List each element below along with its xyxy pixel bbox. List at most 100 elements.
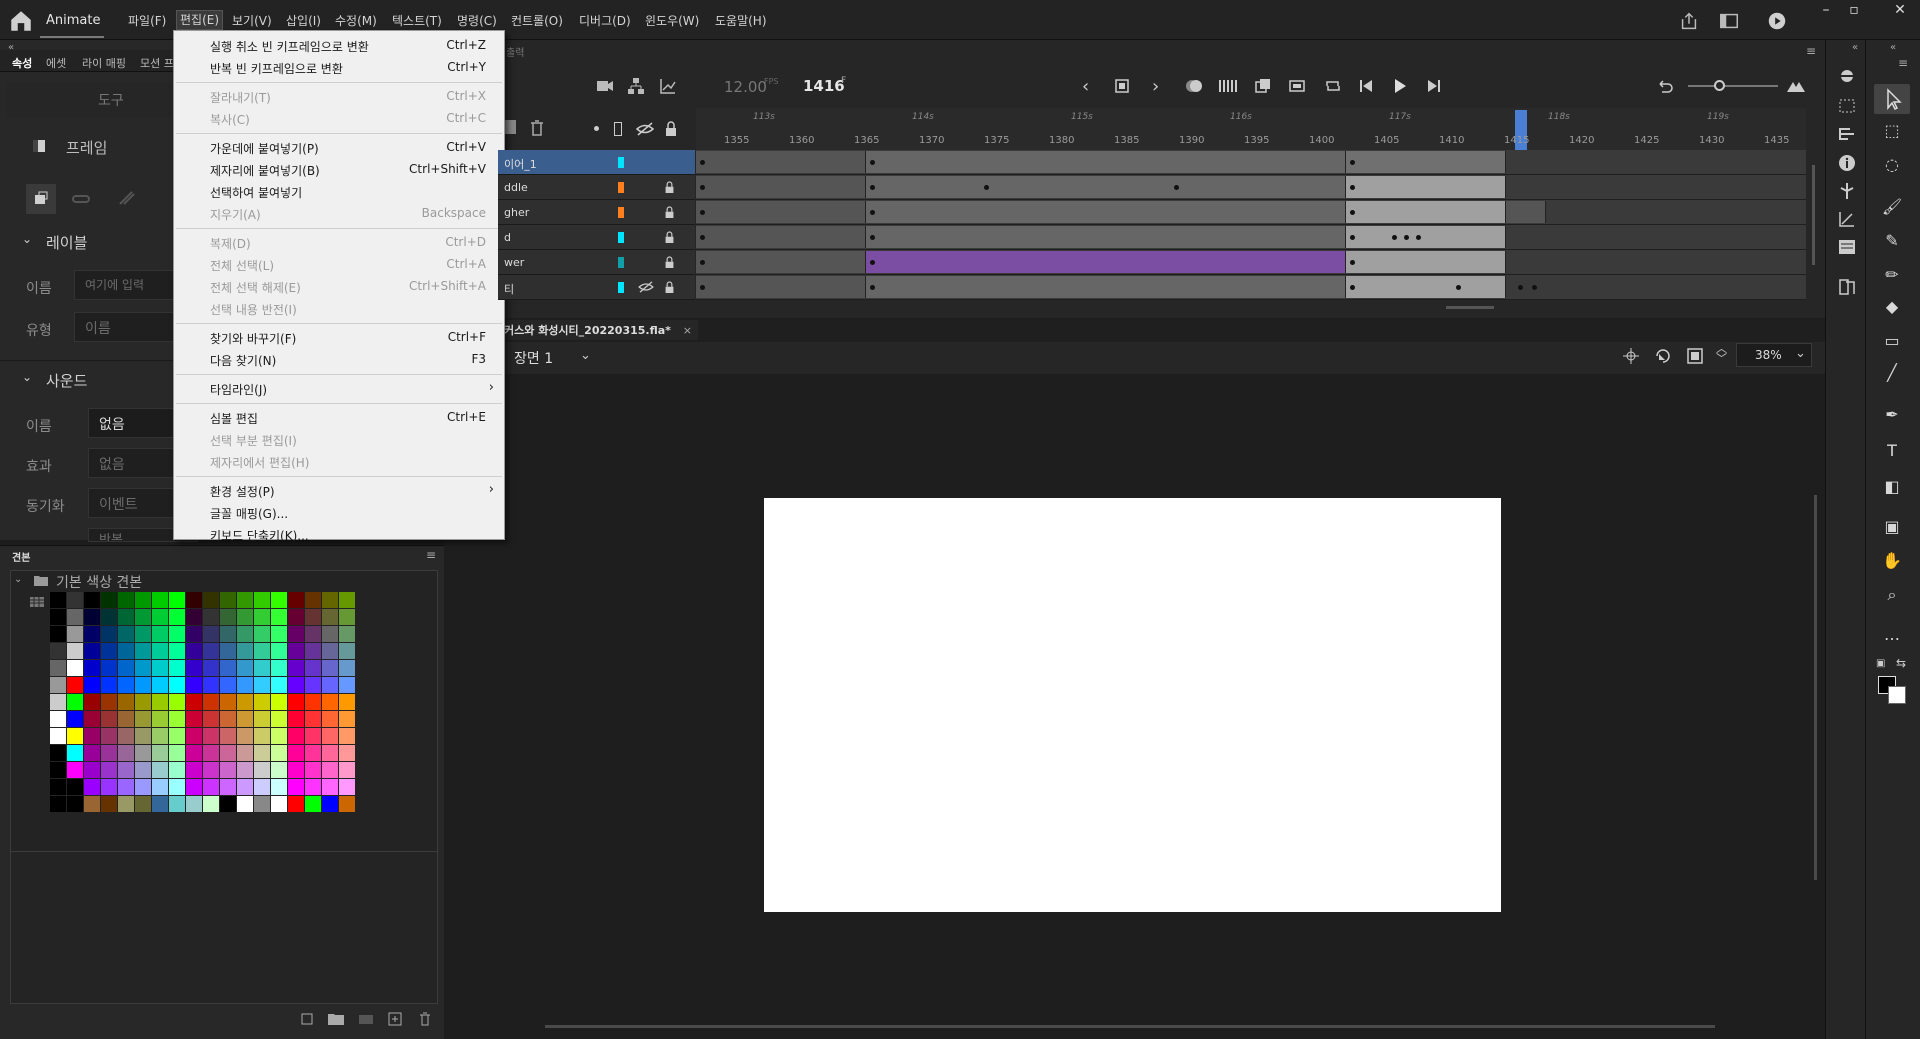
zoom-stepper-icon[interactable]: ︿ ﹀ [1716, 343, 1727, 364]
lock-icon[interactable] [664, 231, 675, 244]
color-swatch[interactable] [271, 609, 287, 625]
color-swatch[interactable] [220, 609, 236, 625]
edit-menu-item[interactable]: 다음 찾기(N) F3 [174, 349, 504, 371]
color-swatch[interactable] [288, 711, 304, 727]
color-swatch[interactable] [305, 779, 321, 795]
color-swatch[interactable] [220, 728, 236, 744]
edit-menu-item[interactable]: 찾기와 바꾸기(F) Ctrl+F [174, 327, 504, 349]
color-swatch[interactable] [118, 745, 134, 761]
color-swatch[interactable] [101, 762, 117, 778]
color-swatch[interactable] [67, 779, 83, 795]
outline-icon[interactable] [614, 122, 622, 136]
code-snippets-icon[interactable] [1838, 238, 1856, 256]
menu-window[interactable]: 윈도우(W) [645, 12, 699, 29]
color-swatch[interactable] [186, 609, 202, 625]
color-swatch[interactable] [254, 728, 270, 744]
edit-menu-item[interactable]: 환경 설정(P) › [174, 480, 504, 502]
insert-keyframe-icon[interactable] [1254, 78, 1272, 94]
color-swatch[interactable] [203, 694, 219, 710]
share-icon[interactable] [1678, 10, 1700, 30]
color-swatch[interactable] [84, 677, 100, 693]
color-swatch[interactable] [50, 745, 66, 761]
collapse-tools-icon[interactable]: « [1890, 42, 1896, 53]
color-swatch[interactable] [271, 779, 287, 795]
color-swatch[interactable] [101, 711, 117, 727]
color-swatch[interactable] [169, 609, 185, 625]
frame-span[interactable] [866, 251, 1346, 273]
edit-menu-item[interactable]: 제자리에 붙여넣기(B) Ctrl+Shift+V [174, 159, 504, 181]
keyframe[interactable] [1350, 210, 1355, 215]
color-swatch[interactable] [288, 745, 304, 761]
color-swatch[interactable] [288, 779, 304, 795]
color-swatch[interactable] [237, 711, 253, 727]
color-swatch[interactable] [220, 660, 236, 676]
color-swatch[interactable] [67, 728, 83, 744]
color-swatch[interactable] [169, 745, 185, 761]
output-tab[interactable]: 출력 [506, 44, 524, 59]
keyframe[interactable] [870, 185, 875, 190]
layer-name[interactable]: d [504, 231, 511, 244]
color-swatch[interactable] [203, 660, 219, 676]
color-swatch[interactable] [203, 643, 219, 659]
label-type-select[interactable]: 이름 [74, 312, 184, 342]
edit-menu-item[interactable]: 선택 내용 반전(I) [174, 298, 504, 320]
frame-row[interactable] [696, 175, 1806, 200]
next-frame-icon[interactable]: › [1152, 76, 1159, 97]
color-swatch[interactable] [67, 626, 83, 642]
color-swatch[interactable] [339, 592, 355, 608]
color-swatch[interactable] [135, 609, 151, 625]
color-swatch[interactable] [169, 677, 185, 693]
color-swatch[interactable] [67, 745, 83, 761]
keyframe[interactable] [870, 285, 875, 290]
fit-timeline-icon[interactable] [1786, 78, 1806, 94]
edit-multiple-frames-icon[interactable] [1218, 78, 1238, 94]
color-swatch[interactable] [271, 796, 287, 812]
layer-name[interactable]: ddle [504, 181, 528, 194]
color-swatch[interactable] [322, 728, 338, 744]
edit-menu-item[interactable]: 복사(C) Ctrl+C [174, 108, 504, 130]
color-swatch[interactable] [288, 643, 304, 659]
frame-row[interactable] [696, 200, 1806, 225]
color-swatch[interactable] [152, 592, 168, 608]
color-swatch[interactable] [186, 592, 202, 608]
camera-tool-icon[interactable]: ▣ [1880, 516, 1904, 538]
frame-row[interactable] [696, 150, 1806, 175]
color-swatch[interactable] [101, 660, 117, 676]
color-swatch[interactable] [305, 677, 321, 693]
color-swatch[interactable] [135, 677, 151, 693]
color-swatch[interactable] [339, 643, 355, 659]
default-colors-icon[interactable]: ▣ [1876, 658, 1892, 672]
keyframe[interactable] [700, 160, 705, 165]
color-swatch[interactable] [288, 592, 304, 608]
color-swatch[interactable] [169, 592, 185, 608]
color-swatch[interactable] [220, 592, 236, 608]
color-swatch[interactable] [135, 643, 151, 659]
layer-name[interactable]: 이어_1 [504, 156, 537, 172]
free-transform-tool-icon[interactable]: ⬚ [1880, 120, 1904, 142]
align-panel-icon[interactable] [1838, 68, 1856, 84]
step-back-icon[interactable] [1358, 78, 1374, 94]
color-swatch[interactable] [84, 711, 100, 727]
edit-menu-item[interactable]: 키보드 단축키(K)... [174, 524, 504, 546]
new-swatch-icon[interactable] [300, 1012, 314, 1026]
edit-menu-item[interactable]: 반복 빈 키프레임으로 변환 Ctrl+Y [174, 57, 504, 79]
edit-menu-item[interactable]: 가운데에 붙여넣기(P) Ctrl+V [174, 137, 504, 159]
workspace-icon[interactable] [1718, 10, 1740, 30]
eye-icon[interactable] [638, 281, 654, 293]
color-swatch[interactable] [305, 592, 321, 608]
stage-canvas[interactable] [764, 498, 1501, 912]
edit-menu-item[interactable]: 심볼 편집 Ctrl+E [174, 407, 504, 429]
color-swatch[interactable] [339, 711, 355, 727]
play-icon[interactable] [1392, 78, 1408, 94]
color-swatch[interactable] [203, 762, 219, 778]
color-swatch[interactable] [84, 643, 100, 659]
chevron-down-icon[interactable]: ⌄ [580, 348, 591, 363]
keyframe[interactable] [870, 235, 875, 240]
layer-color-swatch[interactable] [618, 207, 624, 218]
clip-stage-icon[interactable] [1686, 347, 1704, 365]
color-swatch[interactable] [186, 626, 202, 642]
menu-insert[interactable]: 삽입(I) [286, 12, 321, 29]
keyframe[interactable] [700, 235, 705, 240]
color-swatch[interactable] [50, 779, 66, 795]
layer-row[interactable]: wer [498, 250, 695, 275]
